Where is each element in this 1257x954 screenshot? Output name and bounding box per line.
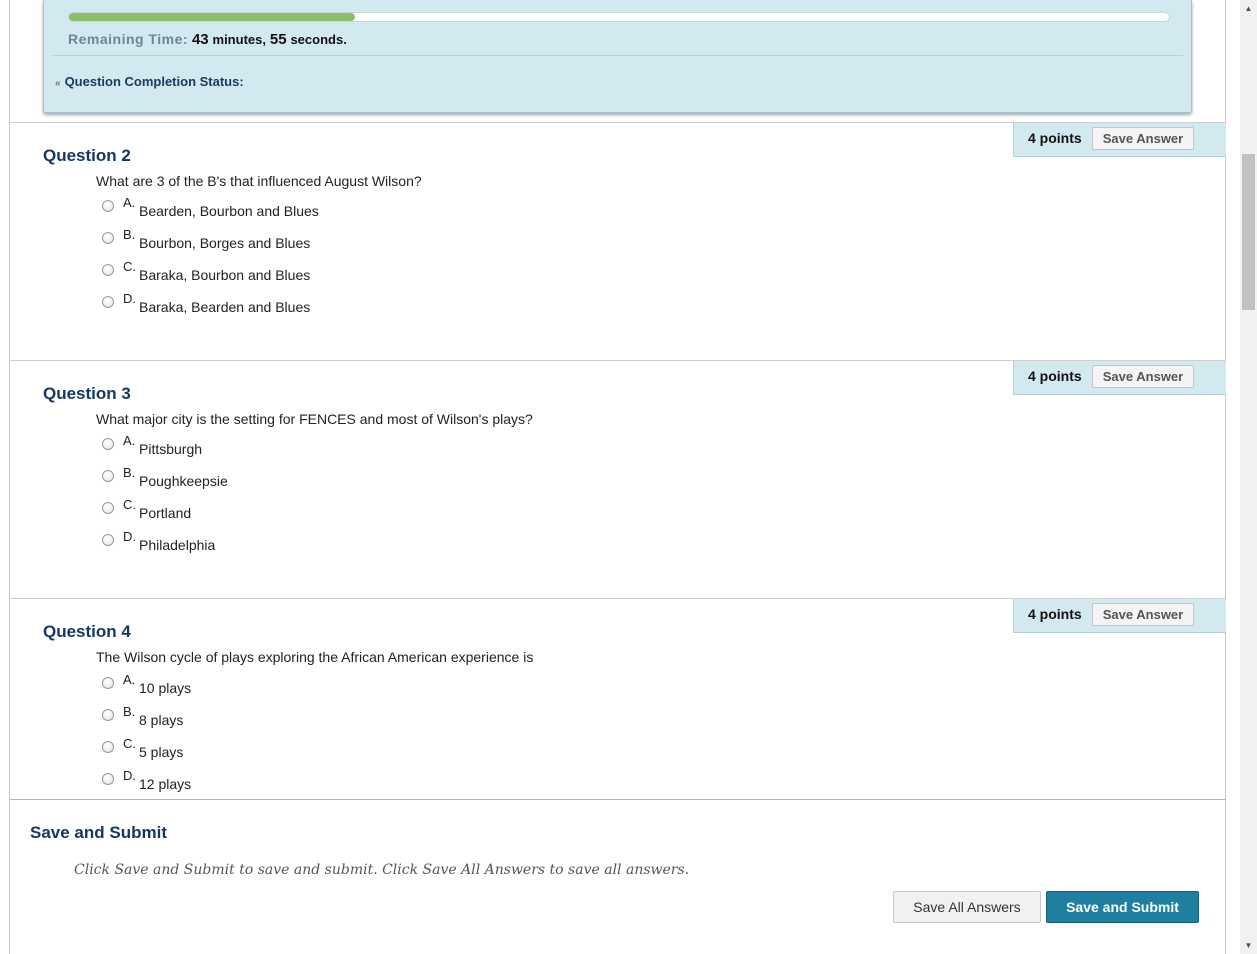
option-letter: B. (123, 704, 136, 719)
completion-status-label: Question Completion Status: (64, 74, 244, 89)
option-text[interactable]: 8 plays (139, 712, 183, 728)
question-title: Question 4 (43, 622, 131, 641)
radio-button[interactable] (102, 470, 114, 482)
option-text[interactable]: Bourbon, Borges and Blues (139, 235, 310, 251)
option-text[interactable]: Philadelphia (139, 537, 215, 553)
points-label: 4 points (1028, 606, 1082, 622)
question-text: The Wilson cycle of plays exploring the … (96, 649, 534, 665)
time-progress-fill (69, 13, 355, 21)
save-all-answers-button[interactable]: Save All Answers (893, 891, 1041, 923)
radio-button[interactable] (102, 438, 114, 450)
question-title: Question 3 (43, 384, 131, 403)
remaining-seconds: 55 (269, 31, 287, 48)
option-text[interactable]: Baraka, Bearden and Blues (139, 299, 310, 315)
save-and-submit-button[interactable]: Save and Submit (1046, 891, 1199, 923)
remaining-time: Remaining Time: 43 minutes, 55 seconds. (68, 31, 347, 48)
radio-button[interactable] (102, 264, 114, 276)
radio-button[interactable] (102, 296, 114, 308)
option-letter: A. (123, 433, 136, 448)
question-block: Question 2 What are 3 of the B's that in… (10, 122, 1226, 360)
question-block: Question 4 The Wilson cycle of plays exp… (10, 598, 1226, 799)
scroll-down-arrow-icon[interactable]: ▼ (1240, 937, 1257, 954)
radio-button[interactable] (102, 502, 114, 514)
vertical-scrollbar[interactable]: ▲ ▼ (1240, 0, 1257, 954)
timer-panel: Remaining Time: 43 minutes, 55 seconds. … (43, 0, 1192, 113)
chevron-double-down-icon: « (55, 78, 61, 89)
option-text[interactable]: Portland (139, 505, 191, 521)
option-letter: D. (123, 291, 136, 306)
remaining-time-label: Remaining Time: (68, 31, 189, 47)
save-answer-button[interactable]: Save Answer (1092, 603, 1194, 626)
remaining-minutes: 43 (191, 31, 209, 48)
radio-button[interactable] (102, 773, 114, 785)
scroll-up-arrow-icon[interactable]: ▲ (1240, 0, 1257, 17)
points-box: 4 points Save Answer (1013, 361, 1226, 395)
time-progress-bar (68, 12, 1170, 22)
scrollbar-thumb[interactable] (1242, 154, 1255, 310)
option-text[interactable]: 5 plays (139, 744, 183, 760)
question-completion-toggle[interactable]: «Question Completion Status: (55, 74, 244, 89)
option-letter: C. (123, 497, 136, 512)
save-and-submit-section: Save and Submit Click Save and Submit to… (10, 799, 1226, 954)
radio-button[interactable] (102, 200, 114, 212)
option-letter: B. (123, 465, 136, 480)
radio-button[interactable] (102, 232, 114, 244)
radio-button[interactable] (102, 709, 114, 721)
option-letter: B. (123, 227, 136, 242)
points-box: 4 points Save Answer (1013, 599, 1226, 633)
save-answer-button[interactable]: Save Answer (1092, 127, 1194, 150)
minutes-unit: minutes, (212, 32, 266, 47)
points-label: 4 points (1028, 368, 1082, 384)
radio-button[interactable] (102, 534, 114, 546)
option-text[interactable]: 12 plays (139, 776, 191, 792)
submit-section-title: Save and Submit (30, 823, 167, 842)
option-text[interactable]: Baraka, Bourbon and Blues (139, 267, 310, 283)
question-text: What are 3 of the B's that influenced Au… (96, 173, 422, 189)
radio-button[interactable] (102, 741, 114, 753)
option-letter: C. (123, 736, 136, 751)
option-letter: C. (123, 259, 136, 274)
panel-divider (52, 55, 1183, 56)
points-box: 4 points Save Answer (1013, 123, 1226, 157)
points-label: 4 points (1028, 130, 1082, 146)
question-text: What major city is the setting for FENCE… (96, 411, 533, 427)
option-letter: D. (123, 529, 136, 544)
question-title: Question 2 (43, 146, 131, 165)
seconds-unit: seconds. (290, 32, 347, 47)
option-text[interactable]: 10 plays (139, 680, 191, 696)
save-answer-button[interactable]: Save Answer (1092, 365, 1194, 388)
radio-button[interactable] (102, 677, 114, 689)
option-text[interactable]: Pittsburgh (139, 441, 202, 457)
question-block: Question 3 What major city is the settin… (10, 360, 1226, 598)
submit-instructions: Click Save and Submit to save and submit… (74, 862, 690, 878)
option-text[interactable]: Bearden, Bourbon and Blues (139, 203, 319, 219)
option-letter: D. (123, 768, 136, 783)
option-letter: A. (123, 672, 136, 687)
option-letter: A. (123, 195, 136, 210)
option-text[interactable]: Poughkeepsie (139, 473, 228, 489)
